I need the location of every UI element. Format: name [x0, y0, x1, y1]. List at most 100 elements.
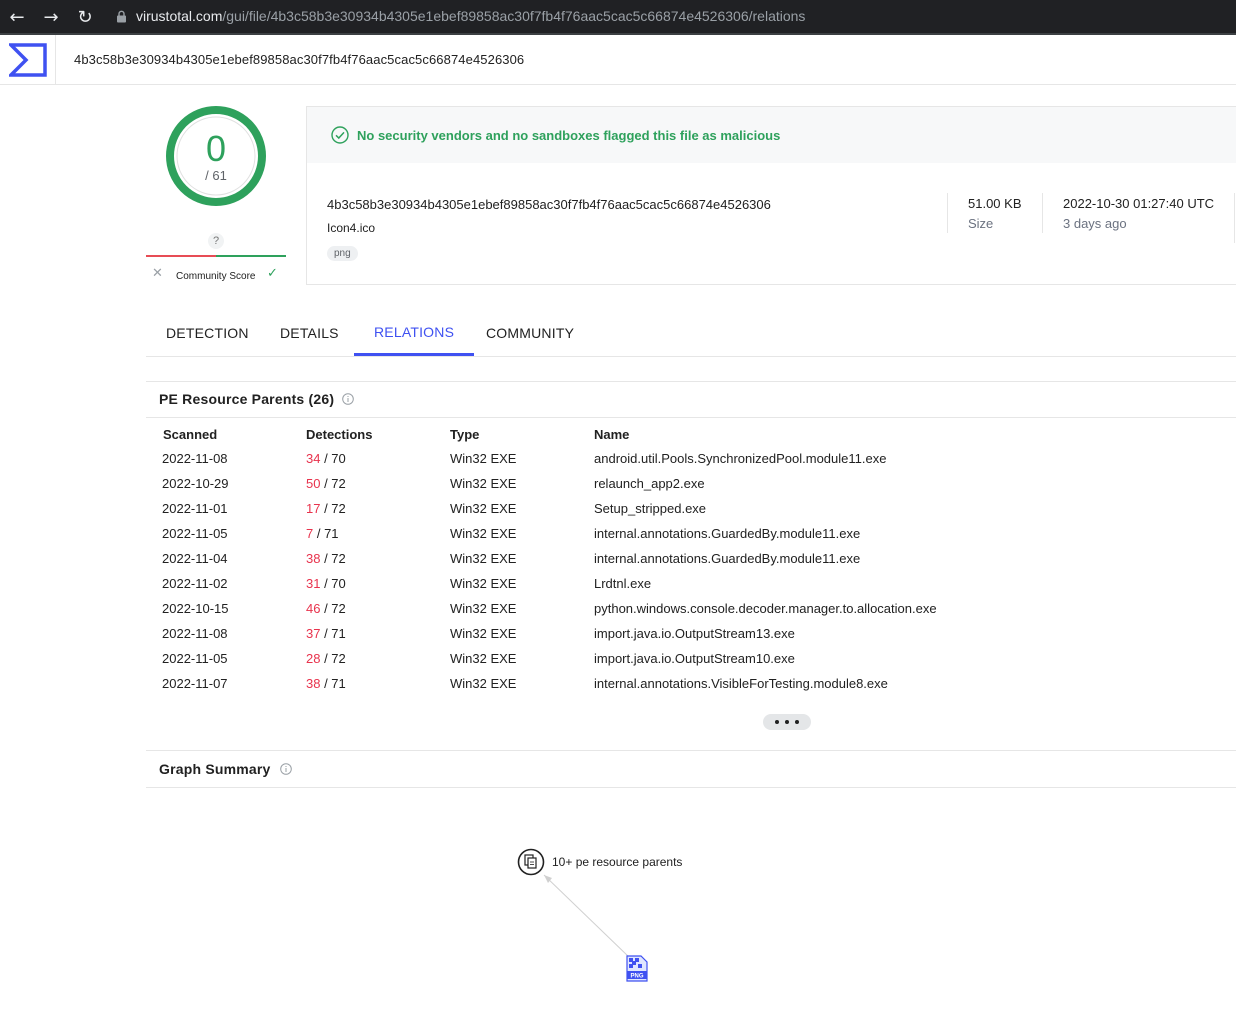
- lock-icon: [114, 9, 128, 23]
- file-name-link[interactable]: python.windows.console.decoder.manager.t…: [594, 601, 937, 616]
- graph-node-label[interactable]: 10+ pe resource parents: [552, 855, 682, 869]
- file-name-link[interactable]: Setup_stripped.exe: [594, 501, 706, 516]
- file-type: Win32 EXE: [450, 576, 517, 591]
- tab-relations[interactable]: RELATIONS: [354, 310, 475, 356]
- table-row[interactable]: 2022-10-15 46 / 72 Win32 EXE python.windows…: [0, 601, 1236, 626]
- detection-positives: 17: [306, 501, 321, 516]
- file-type: Win32 EXE: [450, 676, 517, 691]
- community-score-label: Community Score: [176, 271, 256, 282]
- section-divider: [146, 787, 1236, 788]
- detection-ratio: 37 / 71: [306, 626, 346, 641]
- community-score-value: ?: [208, 233, 224, 249]
- detection-total: / 72: [320, 501, 346, 516]
- vote-harmful-icon[interactable]: ✕: [152, 266, 163, 281]
- detection-ratio: 17 / 72: [306, 501, 346, 516]
- detection-ratio: 31 / 70: [306, 576, 346, 591]
- community-score-bar-negative: [146, 255, 216, 257]
- table-row[interactable]: 2022-11-04 38 / 72 Win32 EXE internal.annot…: [0, 551, 1236, 576]
- file-type-tag[interactable]: png: [327, 246, 358, 261]
- table-row[interactable]: 2022-11-08 34 / 70 Win32 EXE android.util.P…: [0, 451, 1236, 476]
- pe-section-title: PE Resource Parents (26): [159, 391, 335, 407]
- file-name-link[interactable]: android.util.Pools.SynchronizedPool.modu…: [594, 451, 886, 466]
- arrow-left-icon[interactable]: ←: [0, 0, 34, 34]
- verdict-message: No security vendors and no sandboxes fla…: [357, 127, 781, 143]
- vote-harmless-icon[interactable]: ✓: [267, 266, 278, 281]
- address-bar[interactable]: virustotal.com/gui/file/4b3c58b3e30934b4…: [104, 2, 1236, 30]
- file-name-link[interactable]: import.java.io.OutputStream10.exe: [594, 651, 795, 666]
- info-icon[interactable]: [342, 393, 354, 405]
- graph-edge: [543, 874, 631, 959]
- documents-icon[interactable]: [517, 848, 545, 876]
- table-row[interactable]: 2022-11-08 37 / 71 Win32 EXE import.java.io…: [0, 626, 1236, 651]
- tab-details[interactable]: DETAILS: [260, 310, 359, 356]
- info-icon[interactable]: [280, 763, 292, 775]
- analysis-date-value: 2022-10-30 01:27:40 UTC: [1063, 196, 1215, 211]
- detection-total: / 72: [320, 476, 346, 491]
- file-size-label: Size: [968, 216, 994, 231]
- reload-icon[interactable]: ↻: [68, 0, 102, 34]
- file-type: Win32 EXE: [450, 626, 517, 641]
- table-row[interactable]: 2022-11-07 38 / 71 Win32 EXE internal.annot…: [0, 676, 1236, 701]
- load-more-button[interactable]: [763, 714, 811, 730]
- table-row[interactable]: 2022-11-05 7 / 71 Win32 EXE internal.annota…: [0, 526, 1236, 551]
- column-header-name[interactable]: Name: [594, 427, 629, 442]
- detection-positives: 50: [306, 476, 321, 491]
- scanned-date: 2022-10-15: [162, 601, 229, 616]
- file-type: Win32 EXE: [450, 601, 517, 616]
- file-name-link[interactable]: Lrdtnl.exe: [594, 576, 651, 591]
- file-type: Win32 EXE: [450, 551, 517, 566]
- scanned-date: 2022-11-05: [162, 651, 228, 666]
- file-name-link[interactable]: import.java.io.OutputStream13.exe: [594, 626, 795, 641]
- tab-detection[interactable]: DETECTION: [146, 310, 269, 356]
- detection-total: / 72: [320, 651, 346, 666]
- file-summary-card: No security vendors and no sandboxes fla…: [306, 106, 1236, 285]
- tab-community[interactable]: COMMUNITY: [466, 310, 594, 356]
- detection-ratio: 7 / 71: [306, 526, 339, 541]
- scanned-date: 2022-11-02: [162, 576, 228, 591]
- detection-positives: 37: [306, 626, 321, 641]
- file-type: Win32 EXE: [450, 476, 517, 491]
- detection-ratio: 28 / 72: [306, 651, 346, 666]
- file-name-link[interactable]: relaunch_app2.exe: [594, 476, 705, 491]
- file-name-link[interactable]: internal.annotations.GuardedBy.module11.…: [594, 526, 860, 541]
- table-row[interactable]: 2022-11-02 31 / 70 Win32 EXE Lrdtnl.exe: [0, 576, 1236, 601]
- community-score-bar-positive: [216, 255, 286, 257]
- analysis-date-relative: 3 days ago: [1063, 216, 1127, 231]
- scanned-date: 2022-11-07: [162, 676, 228, 691]
- arrow-right-icon[interactable]: →: [34, 0, 68, 34]
- detection-ratio: 34 / 70: [306, 451, 346, 466]
- scanned-date: 2022-11-04: [162, 551, 228, 566]
- divider: [1234, 193, 1235, 243]
- detection-ratio: 38 / 71: [306, 676, 346, 691]
- table-row[interactable]: 2022-10-29 50 / 72 Win32 EXE relaunch_app2.…: [0, 476, 1236, 501]
- detection-total: / 71: [320, 676, 346, 691]
- virustotal-logo[interactable]: [0, 35, 56, 85]
- scanned-date: 2022-11-05: [162, 526, 228, 541]
- table-row[interactable]: 2022-11-01 17 / 72 Win32 EXE Setup_stripped…: [0, 501, 1236, 526]
- file-name-link[interactable]: internal.annotations.VisibleForTesting.m…: [594, 676, 888, 691]
- column-header-type[interactable]: Type: [450, 427, 479, 442]
- file-type: Win32 EXE: [450, 501, 517, 516]
- section-divider: [146, 750, 1236, 751]
- svg-text:PNG: PNG: [630, 974, 643, 980]
- file-name-link[interactable]: internal.annotations.GuardedBy.module11.…: [594, 551, 860, 566]
- divider: [1042, 193, 1043, 233]
- url-host: virustotal.com: [136, 8, 223, 24]
- scanned-date: 2022-11-01: [162, 501, 228, 516]
- detection-total: / 71: [320, 626, 346, 641]
- file-hash: 4b3c58b3e30934b4305e1ebef89858ac30f7fb4f…: [327, 197, 771, 212]
- column-header-scanned[interactable]: Scanned: [163, 427, 217, 442]
- detection-total: / 72: [320, 551, 346, 566]
- scanned-date: 2022-10-29: [162, 476, 229, 491]
- detection-total: / 72: [320, 601, 346, 616]
- detection-positives: 34: [306, 451, 321, 466]
- detection-ratio: 46 / 72: [306, 601, 346, 616]
- detection-count: 0: [205, 128, 227, 169]
- detection-total: / 61: [205, 168, 227, 183]
- verdict-banner: No security vendors and no sandboxes fla…: [307, 107, 1236, 163]
- section-divider: [146, 417, 1236, 418]
- file-type: Win32 EXE: [450, 651, 517, 666]
- png-file-icon[interactable]: PNG: [626, 955, 648, 982]
- column-header-detections[interactable]: Detections: [306, 427, 372, 442]
- table-row[interactable]: 2022-11-05 28 / 72 Win32 EXE import.java.io…: [0, 651, 1236, 676]
